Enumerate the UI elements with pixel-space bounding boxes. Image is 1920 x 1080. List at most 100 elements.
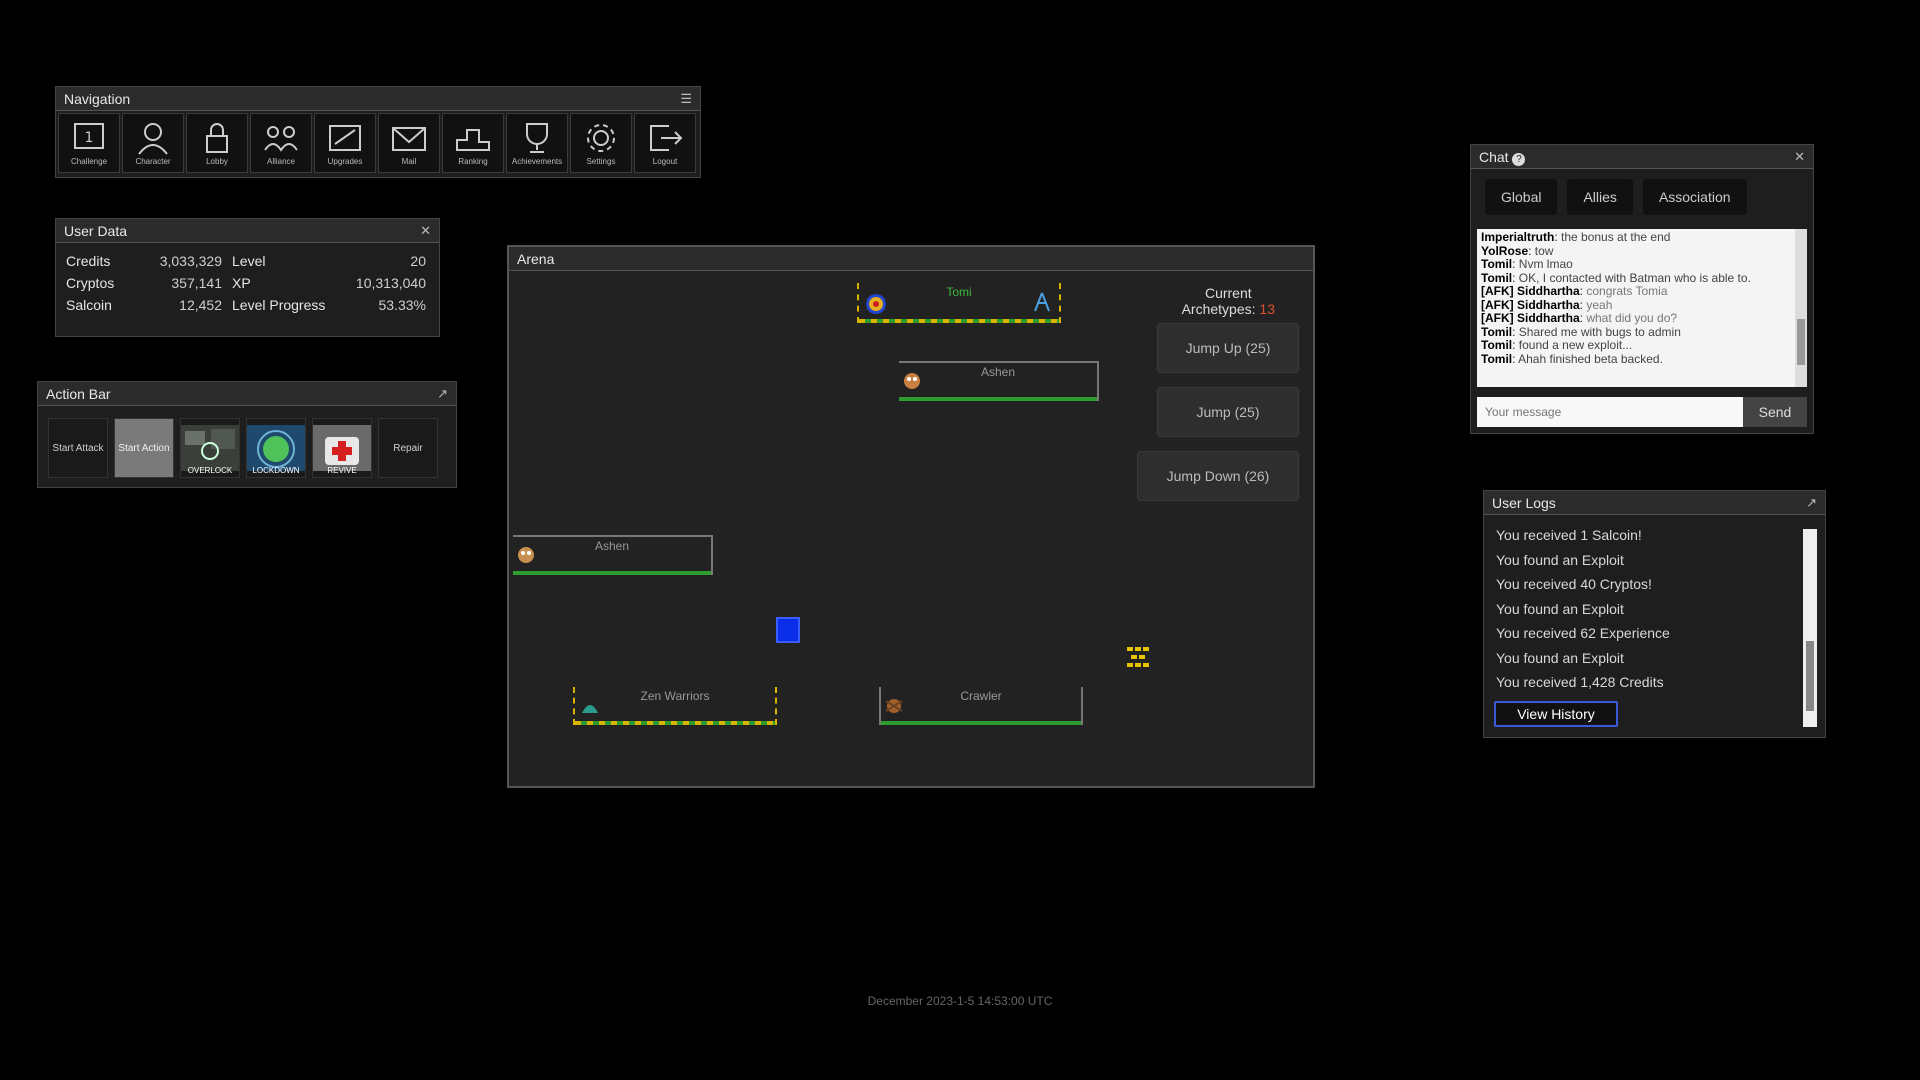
pin-icon[interactable]: ↗ [437,382,448,406]
chat-message: Tomil: OK, I contacted with Batman who i… [1481,270,1751,285]
log-entry: You found an Exploit [1496,551,1624,568]
nav-label: Settings [586,157,616,166]
chat-text: found a new exploit... [1518,338,1633,352]
log-entry: You found an Exploit [1496,649,1624,666]
alliance-icon [264,126,298,152]
user-data-panel: User Data ✕ Credits 3,033,329 Level 20 C… [55,218,440,337]
stat-label: Level Progress [232,297,326,313]
info-icon[interactable]: ? [1512,152,1526,166]
nav-label: Logout [652,157,678,166]
close-icon[interactable]: ✕ [420,219,431,243]
chat-username[interactable]: Tomil [1481,271,1512,285]
nav-item-ranking[interactable]: Ranking [442,113,504,173]
revive-button[interactable]: REVIVE [312,418,372,478]
nav-item-logout[interactable]: Logout [634,113,696,173]
chat-log[interactable]: Imperialtruth: the bonus at the end YolRo… [1477,229,1807,387]
logs-scrollbar[interactable] [1803,529,1817,727]
server-time: December 2023-1-5 14:53:00 UTC [867,994,1053,1008]
chat-username[interactable]: [AFK] Siddhartha [1481,284,1580,298]
chat-scrollbar[interactable] [1795,229,1807,387]
nav-item-upgrades[interactable]: Upgrades [314,113,376,173]
chat-text: OK, I contacted with Batman who is able … [1518,270,1751,285]
stat-value: 10,313,040 [355,275,426,291]
action-bar-panel: Action Bar ↗ Start Attack Start Action O… [37,381,457,488]
repair-button[interactable]: Repair [378,418,438,478]
chat-title: Chat [1479,148,1509,165]
platform-name: Ashen [980,365,1016,379]
chat-message: YolRose: tow [1481,243,1554,258]
menu-icon[interactable]: ☰ [680,87,692,111]
svg-text:1: 1 [85,130,94,146]
platform-name: Ashen [594,539,630,553]
platform-tomi[interactable]: Tomi [857,283,1061,323]
chat-username[interactable]: Imperialtruth [1481,230,1554,244]
chat-username[interactable]: YolRose [1481,244,1528,258]
send-button[interactable]: Send [1743,397,1807,427]
user-logs-panel: User Logs ↗ You received 1 Salcoin! You … [1483,490,1826,738]
chat-message: Tomil: Shared me with bugs to admin [1481,324,1681,339]
user-data-header[interactable]: User Data ✕ [56,219,439,243]
chat-text: congrats Tomia [1586,284,1668,298]
button-label: Repair [393,442,423,454]
chat-message: [AFK] Siddhartha: yeah [1481,297,1613,312]
start-attack-button[interactable]: Start Attack [48,418,108,478]
scrollbar-thumb[interactable] [1806,641,1814,711]
stat-label: XP [232,275,251,291]
stat-value: 357,141 [171,275,222,291]
creature-sprite [885,699,903,713]
nav-item-mail[interactable]: Mail [378,113,440,173]
scrollbar-thumb[interactable] [1797,319,1805,365]
action-bar-header[interactable]: Action Bar ↗ [38,382,456,406]
chat-username[interactable]: [AFK] Siddhartha [1481,298,1580,312]
tab-allies[interactable]: Allies [1567,179,1633,215]
creature-sprite [904,373,920,389]
overlock-icon [181,425,239,471]
chat-text: what did you do? [1586,311,1678,325]
nav-label: Challenge [70,157,108,166]
nav-item-settings[interactable]: Settings [570,113,632,173]
platform-crawler[interactable]: Crawler [879,687,1083,725]
nav-item-challenge[interactable]: 1 Challenge [58,113,120,173]
chat-message-input[interactable] [1477,397,1743,427]
view-history-button[interactable]: View History [1494,701,1618,727]
loot-pickup-icon[interactable] [1125,645,1151,675]
trophy-icon [526,123,548,153]
jump-up-button[interactable]: Jump Up (25) [1157,323,1299,373]
tab-association[interactable]: Association [1642,179,1747,215]
log-entry: You found an Exploit [1496,600,1624,617]
chat-username[interactable]: Tomil [1481,352,1512,366]
nav-item-lobby[interactable]: Lobby [186,113,248,173]
jump-down-button[interactable]: Jump Down (26) [1137,451,1299,501]
nav-item-alliance[interactable]: Alliance [250,113,312,173]
chat-message: [AFK] Siddhartha: congrats Tomia [1481,284,1668,298]
start-action-button[interactable]: Start Action [114,418,174,478]
chat-text: Shared me with bugs to admin [1518,324,1681,339]
close-icon[interactable]: ✕ [1794,145,1805,169]
platform-zen-warriors[interactable]: Zen Warriors [573,687,777,725]
chat-username[interactable]: [AFK] Siddhartha [1481,311,1580,325]
chat-username[interactable]: Tomil [1481,257,1512,271]
nav-item-character[interactable]: Character [122,113,184,173]
player-avatar[interactable] [776,617,800,643]
pin-icon[interactable]: ↗ [1806,491,1817,515]
chat-message: Tomil: Nvm lmao [1481,257,1573,271]
chat-message: Tomil: found a new exploit... [1481,338,1633,352]
lockdown-button[interactable]: LOCKDOWN [246,418,306,478]
tab-global[interactable]: Global [1485,179,1558,215]
nav-item-achievements[interactable]: Achievements [506,113,568,173]
platform-ashen-left[interactable]: Ashen [513,535,713,575]
character-icon [138,123,168,155]
user-logs-header[interactable]: User Logs ↗ [1484,491,1825,515]
chat-username[interactable]: Tomil [1481,325,1512,339]
chat-panel: Chat ? ✕ Global Allies Association Imper… [1470,144,1814,434]
arena-header[interactable]: Arena [509,247,1313,271]
logout-icon [650,125,683,151]
nav-label: Mail [401,157,417,166]
platform-ashen-right[interactable]: Ashen [899,361,1099,401]
overlock-button[interactable]: OVERLOCK [180,418,240,478]
chat-username[interactable]: Tomil [1481,338,1512,352]
chat-header[interactable]: Chat ? ✕ [1471,145,1813,169]
button-label: Start Action [118,442,170,454]
jump-button[interactable]: Jump (25) [1157,387,1299,437]
navigation-header[interactable]: Navigation ☰ [56,87,700,111]
